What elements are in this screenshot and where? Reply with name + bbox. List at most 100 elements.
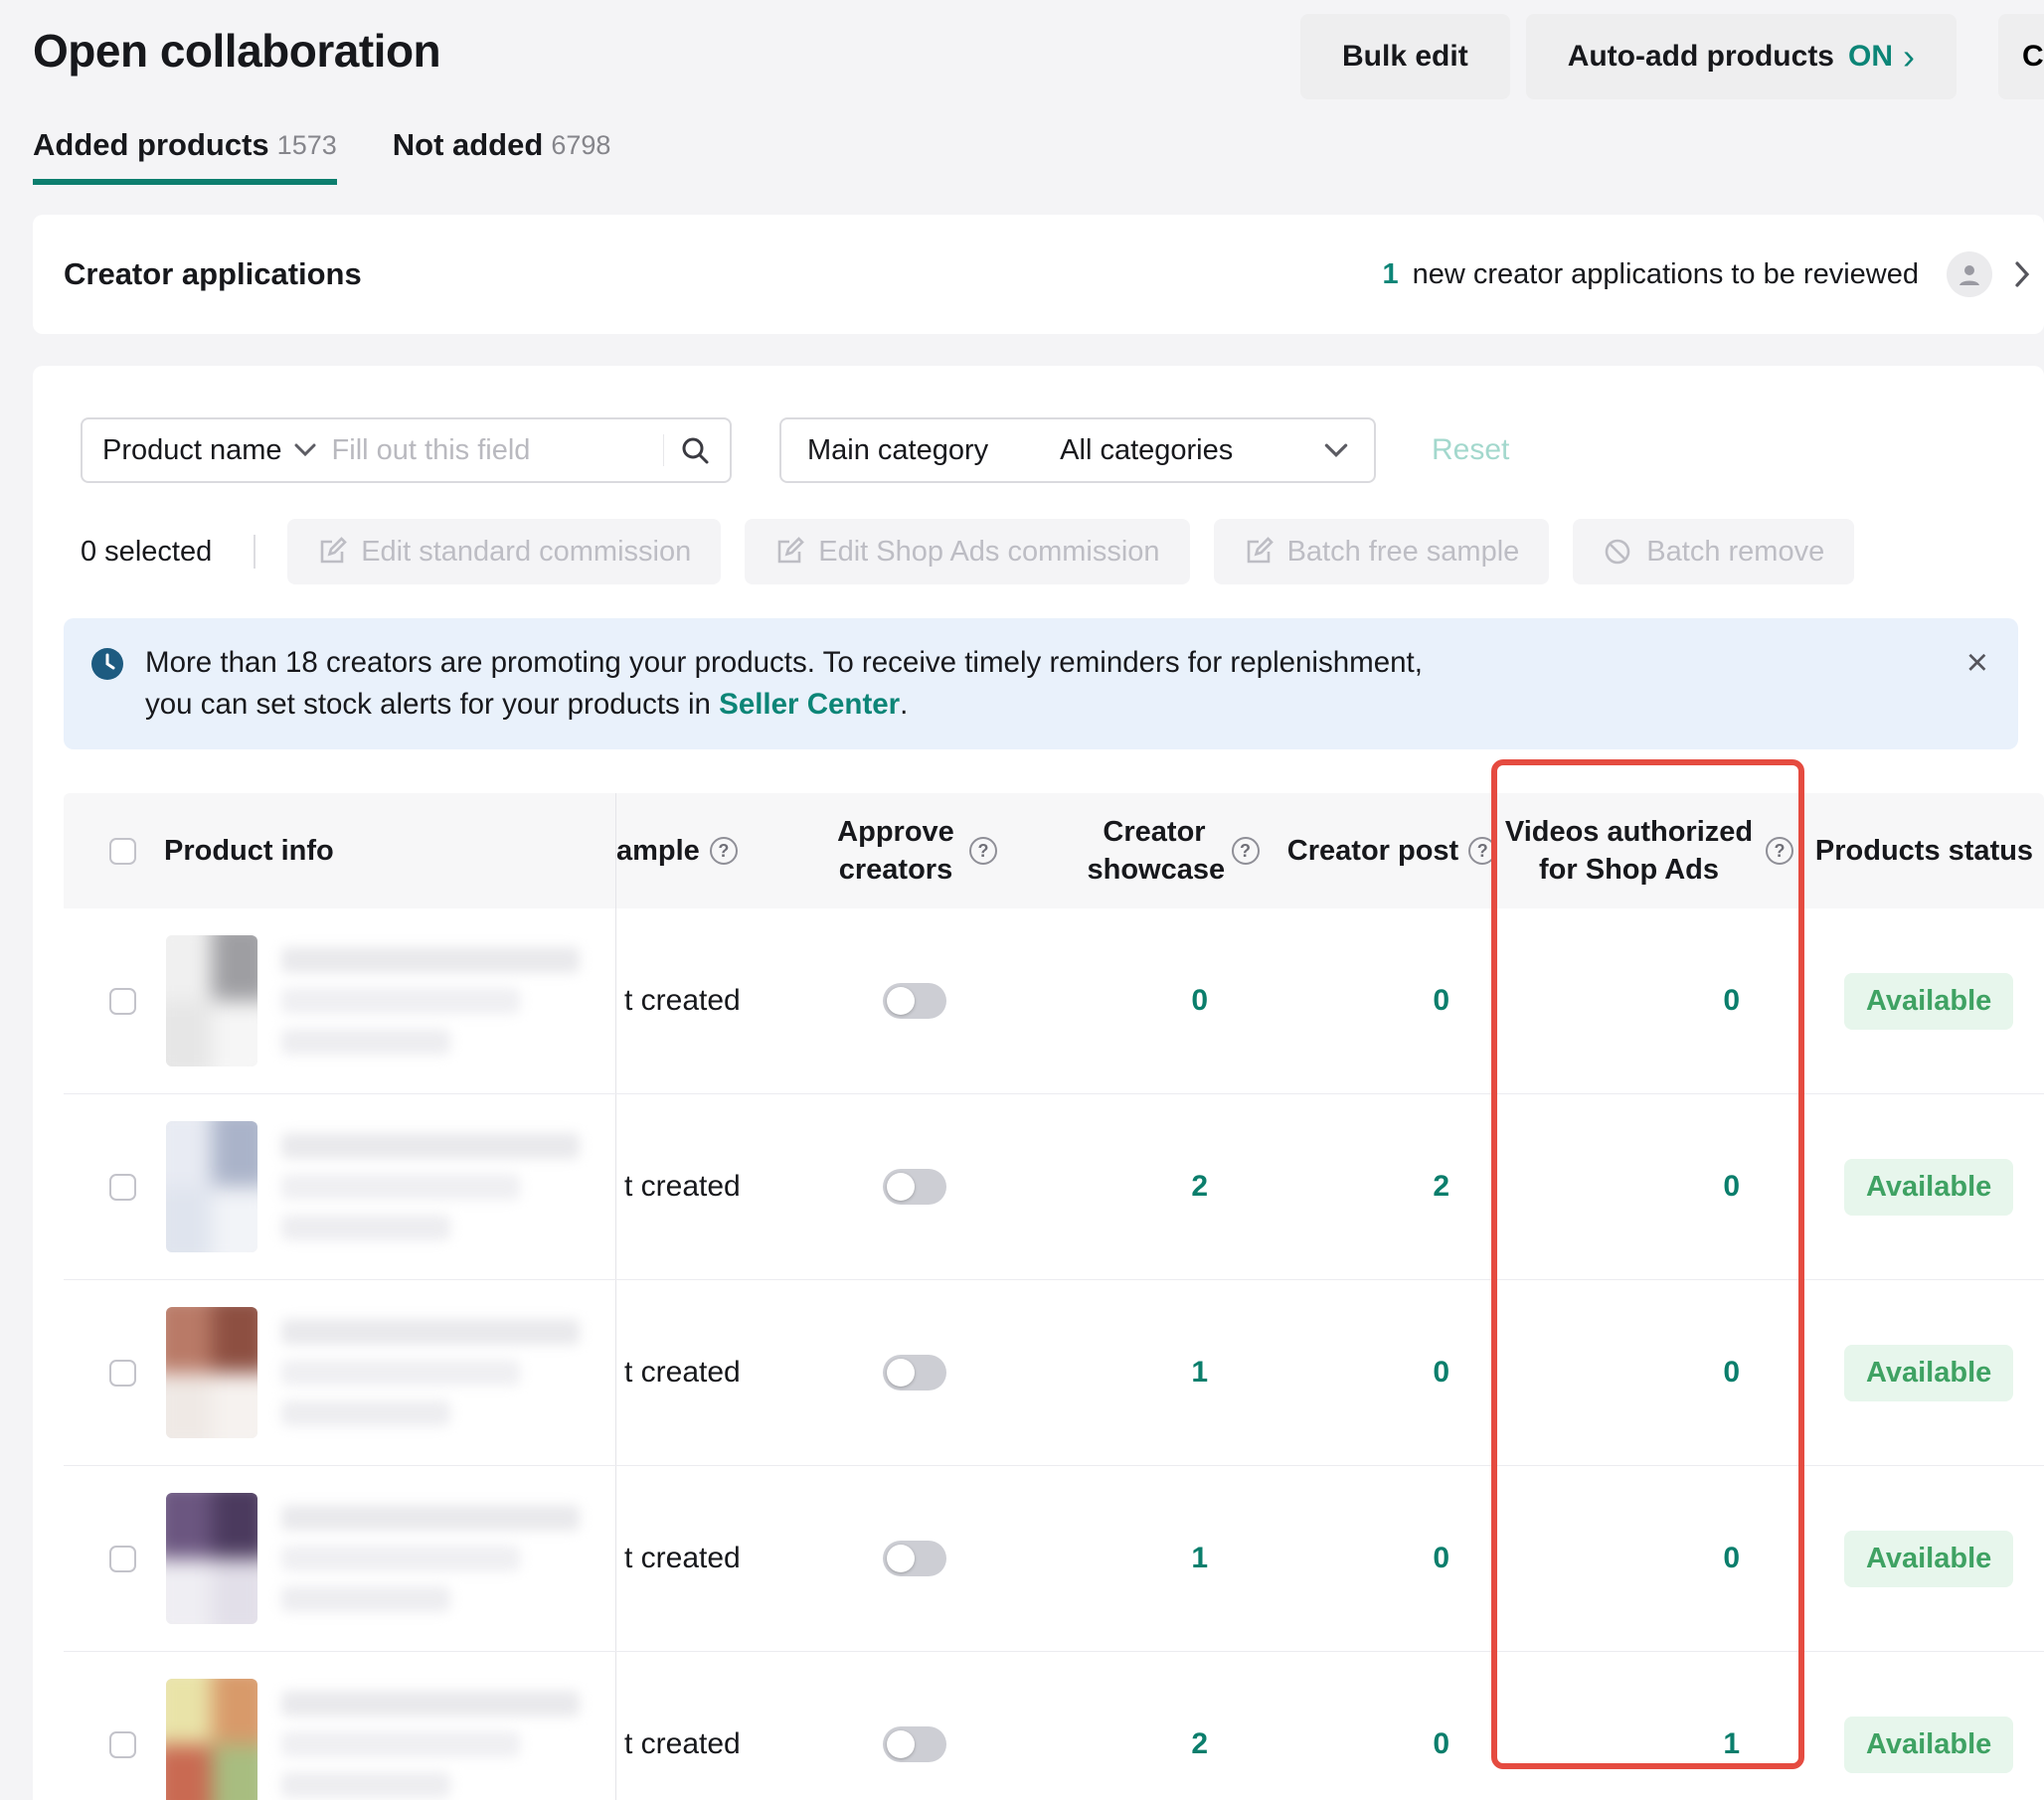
tab-count: 1573 bbox=[277, 127, 337, 161]
approve-creators-toggle[interactable] bbox=[883, 983, 946, 1019]
creator-applications-card[interactable]: Creator applications 1 new creator appli… bbox=[33, 215, 2044, 334]
videos-authorized-count[interactable]: 0 bbox=[1491, 1356, 1804, 1390]
product-text-blurred bbox=[281, 947, 580, 1055]
category-value: All categories bbox=[1060, 434, 1233, 467]
edit-standard-commission-button[interactable]: Edit standard commission bbox=[287, 519, 721, 584]
product-info-cell bbox=[64, 1652, 616, 1800]
creator-post-count[interactable]: 0 bbox=[1292, 984, 1491, 1018]
search-input[interactable] bbox=[332, 434, 655, 467]
creator-showcase-count[interactable]: 0 bbox=[1054, 984, 1292, 1018]
table-row: t created 1 0 0 Available bbox=[64, 1466, 2044, 1652]
new-applications-count: 1 bbox=[1382, 258, 1398, 291]
blurred-image bbox=[166, 1679, 257, 1800]
approve-creators-toggle[interactable] bbox=[883, 1726, 946, 1762]
free-sample-status-clipped: t created bbox=[616, 1542, 775, 1575]
edit-icon bbox=[1244, 537, 1274, 567]
product-search: Product name bbox=[81, 417, 732, 483]
chevron-down-icon bbox=[1324, 443, 1348, 458]
videos-authorized-count[interactable]: 0 bbox=[1491, 1542, 1804, 1575]
status-cell: Available bbox=[1804, 1531, 2044, 1587]
tab-bar: Added products 1573 Not added 6798 bbox=[0, 99, 2044, 185]
tab-not-added[interactable]: Not added 6798 bbox=[393, 127, 611, 185]
seller-center-link[interactable]: Seller Center bbox=[719, 688, 900, 721]
products-table: Product info ample ? Approve creators ? … bbox=[64, 793, 2044, 1800]
column-free-sample-clipped: ample ? bbox=[616, 793, 775, 908]
status-cell: Available bbox=[1804, 1717, 2044, 1773]
row-checkbox[interactable] bbox=[109, 988, 136, 1015]
tab-added-products[interactable]: Added products 1573 bbox=[33, 127, 337, 185]
search-icon[interactable] bbox=[680, 435, 710, 465]
search-field-selector[interactable]: Product name bbox=[102, 434, 282, 467]
status-badge: Available bbox=[1844, 973, 2013, 1030]
help-icon[interactable]: ? bbox=[710, 837, 738, 865]
auto-add-label: Auto-add products bbox=[1568, 40, 1834, 74]
help-icon[interactable]: ? bbox=[1232, 837, 1260, 865]
creator-post-count[interactable]: 2 bbox=[1292, 1170, 1491, 1204]
creator-post-count[interactable]: 0 bbox=[1292, 1727, 1491, 1761]
creator-showcase-count[interactable]: 2 bbox=[1054, 1727, 1292, 1761]
row-checkbox[interactable] bbox=[109, 1731, 136, 1758]
approve-creators-cell bbox=[775, 1541, 1054, 1576]
column-videos-authorized: Videos authorized for Shop Ads ? bbox=[1491, 793, 1804, 908]
approve-creators-toggle[interactable] bbox=[883, 1541, 946, 1576]
row-checkbox[interactable] bbox=[109, 1360, 136, 1387]
column-products-status: Products status bbox=[1804, 793, 2044, 908]
blurred-image bbox=[166, 1493, 257, 1624]
row-checkbox[interactable] bbox=[109, 1546, 136, 1572]
reset-button[interactable]: Reset bbox=[1432, 433, 1509, 467]
edit-shop-ads-commission-button[interactable]: Edit Shop Ads commission bbox=[745, 519, 1189, 584]
creator-showcase-count[interactable]: 2 bbox=[1054, 1170, 1292, 1204]
column-creator-post: Creator post ? bbox=[1292, 793, 1491, 908]
status-cell: Available bbox=[1804, 973, 2044, 1030]
product-info-cell bbox=[64, 908, 616, 1093]
product-info-cell bbox=[64, 1280, 616, 1465]
auto-add-state: ON bbox=[1848, 40, 1893, 74]
approve-creators-cell bbox=[775, 1355, 1054, 1391]
page-title: Open collaboration bbox=[33, 14, 440, 78]
product-info-cell bbox=[64, 1466, 616, 1651]
header-actions: Bulk edit Auto-add products ON › bbox=[1300, 14, 1957, 99]
bulk-edit-button[interactable]: Bulk edit bbox=[1300, 14, 1510, 99]
creator-applications-summary: 1 new creator applications to be reviewe… bbox=[1382, 251, 2030, 297]
status-cell: Available bbox=[1804, 1159, 2044, 1216]
auto-add-products-button[interactable]: Auto-add products ON › bbox=[1526, 14, 1957, 99]
batch-actions-bar: 0 selected Edit standard commission Edit… bbox=[81, 519, 2044, 584]
stock-alert-banner: More than 18 creators are promoting your… bbox=[64, 618, 2018, 749]
videos-authorized-count[interactable]: 1 bbox=[1491, 1727, 1804, 1761]
approve-creators-toggle[interactable] bbox=[883, 1355, 946, 1391]
batch-remove-button[interactable]: Batch remove bbox=[1573, 519, 1854, 584]
clock-icon bbox=[89, 646, 125, 726]
bulk-edit-label: Bulk edit bbox=[1342, 40, 1468, 74]
creator-applications-title: Creator applications bbox=[64, 256, 362, 292]
chevron-right-icon[interactable] bbox=[2014, 260, 2030, 288]
creator-showcase-count[interactable]: 1 bbox=[1054, 1542, 1292, 1575]
chevron-down-icon bbox=[294, 443, 316, 457]
creator-showcase-count[interactable]: 1 bbox=[1054, 1356, 1292, 1390]
edit-icon bbox=[317, 537, 347, 567]
blurred-image bbox=[166, 1307, 257, 1438]
help-icon[interactable]: ? bbox=[969, 837, 997, 865]
clipped-right-button[interactable]: C bbox=[1998, 14, 2044, 99]
creator-post-count[interactable]: 0 bbox=[1292, 1356, 1491, 1390]
divider bbox=[663, 434, 664, 466]
close-icon[interactable]: × bbox=[1966, 644, 1988, 682]
creator-post-count[interactable]: 0 bbox=[1292, 1542, 1491, 1575]
videos-authorized-count[interactable]: 0 bbox=[1491, 984, 1804, 1018]
free-sample-status-clipped: t created bbox=[616, 984, 775, 1018]
help-icon[interactable]: ? bbox=[1766, 837, 1793, 865]
product-info-cell bbox=[64, 1094, 616, 1279]
products-panel: Product name Main category All categorie… bbox=[33, 366, 2044, 1800]
page-header: Open collaboration Bulk edit Auto-add pr… bbox=[0, 0, 2044, 99]
batch-free-sample-button[interactable]: Batch free sample bbox=[1214, 519, 1550, 584]
main-category-select[interactable]: Main category All categories bbox=[779, 417, 1376, 483]
product-thumbnail bbox=[166, 1679, 257, 1800]
product-text-blurred bbox=[281, 1691, 580, 1798]
banner-message: More than 18 creators are promoting your… bbox=[145, 642, 1467, 726]
product-text-blurred bbox=[281, 1319, 580, 1426]
select-all-checkbox[interactable] bbox=[109, 838, 136, 865]
circle-slash-icon bbox=[1603, 537, 1632, 567]
chevron-right-icon: › bbox=[1903, 39, 1915, 75]
videos-authorized-count[interactable]: 0 bbox=[1491, 1170, 1804, 1204]
row-checkbox[interactable] bbox=[109, 1174, 136, 1201]
approve-creators-toggle[interactable] bbox=[883, 1169, 946, 1205]
